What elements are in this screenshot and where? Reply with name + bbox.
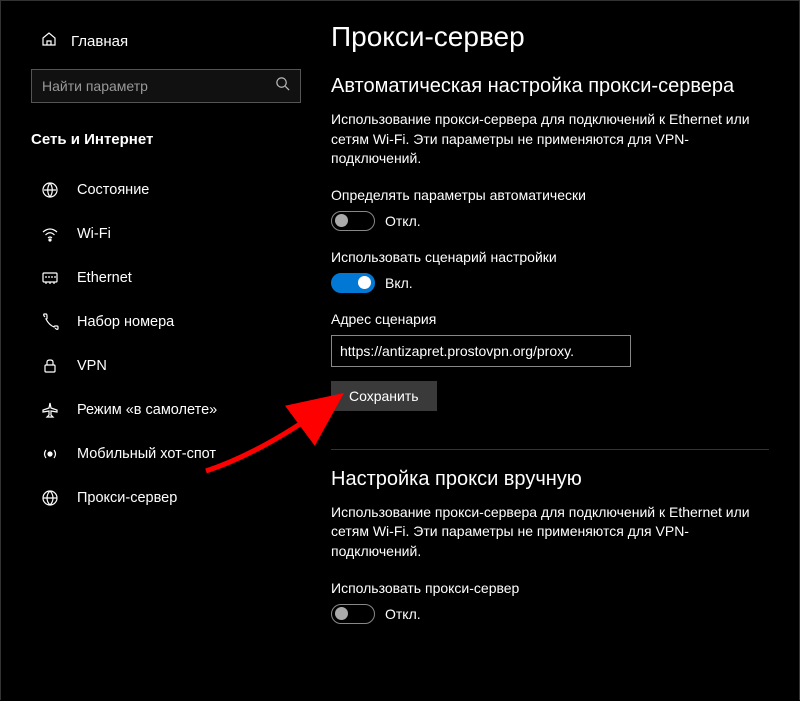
sidebar: Главная Сеть и Интернет Состояние xyxy=(1,1,321,701)
sidebar-item-status[interactable]: Состояние xyxy=(1,168,321,212)
sidebar-item-airplane[interactable]: Режим «в самолете» xyxy=(1,388,321,432)
detect-toggle[interactable] xyxy=(331,211,375,231)
search-input[interactable] xyxy=(42,78,275,94)
manual-section-title: Настройка прокси вручную xyxy=(331,468,769,491)
search-box[interactable] xyxy=(31,69,301,103)
script-label: Использовать сценарий настройки xyxy=(331,249,769,265)
sidebar-item-label: Wi-Fi xyxy=(77,226,111,242)
manual-section-description: Использование прокси-сервера для подключ… xyxy=(331,503,769,562)
use-proxy-toggle-row: Откл. xyxy=(331,604,769,624)
use-proxy-label: Использовать прокси-сервер xyxy=(331,580,769,596)
sidebar-item-proxy[interactable]: Прокси-сервер xyxy=(1,476,321,520)
use-proxy-state: Откл. xyxy=(385,606,421,622)
detect-toggle-row: Откл. xyxy=(331,211,769,231)
sidebar-item-ethernet[interactable]: Ethernet xyxy=(1,256,321,300)
sidebar-item-hotspot[interactable]: Мобильный хот-спот xyxy=(1,432,321,476)
ethernet-icon xyxy=(41,269,59,287)
category-title: Сеть и Интернет xyxy=(1,121,321,162)
script-toggle[interactable] xyxy=(331,273,375,293)
status-icon xyxy=(41,181,59,199)
wifi-icon xyxy=(41,225,59,243)
script-address-input[interactable] xyxy=(331,335,631,367)
detect-label: Определять параметры автоматически xyxy=(331,187,769,203)
section-divider xyxy=(331,449,769,450)
home-link[interactable]: Главная xyxy=(1,21,321,65)
auto-section-title: Автоматическая настройка прокси-сервера xyxy=(331,75,769,98)
airplane-icon xyxy=(41,401,59,419)
sidebar-item-dialup[interactable]: Набор номера xyxy=(1,300,321,344)
save-button[interactable]: Сохранить xyxy=(331,381,437,411)
script-toggle-row: Вкл. xyxy=(331,273,769,293)
sidebar-item-label: Набор номера xyxy=(77,314,174,330)
nav-list: Состояние Wi-Fi Ethernet Набор номера xyxy=(1,168,321,520)
sidebar-item-label: Состояние xyxy=(77,182,149,198)
use-proxy-toggle[interactable] xyxy=(331,604,375,624)
vpn-icon xyxy=(41,357,59,375)
sidebar-item-label: VPN xyxy=(77,358,107,374)
script-state: Вкл. xyxy=(385,275,413,291)
sidebar-item-wifi[interactable]: Wi-Fi xyxy=(1,212,321,256)
hotspot-icon xyxy=(41,445,59,463)
search-container xyxy=(31,69,301,103)
address-label: Адрес сценария xyxy=(331,311,769,327)
detect-state: Откл. xyxy=(385,213,421,229)
dialup-icon xyxy=(41,313,59,331)
sidebar-item-label: Режим «в самолете» xyxy=(77,402,217,418)
home-label: Главная xyxy=(71,33,128,50)
proxy-icon xyxy=(41,489,59,507)
sidebar-item-vpn[interactable]: VPN xyxy=(1,344,321,388)
main-content: Прокси-сервер Автоматическая настройка п… xyxy=(321,1,799,701)
sidebar-item-label: Мобильный хот-спот xyxy=(77,446,216,462)
sidebar-item-label: Прокси-сервер xyxy=(77,490,177,506)
auto-section-description: Использование прокси-сервера для подключ… xyxy=(331,110,769,169)
search-icon xyxy=(275,76,290,96)
home-icon xyxy=(41,31,57,51)
page-title: Прокси-сервер xyxy=(331,21,769,53)
sidebar-item-label: Ethernet xyxy=(77,270,132,286)
